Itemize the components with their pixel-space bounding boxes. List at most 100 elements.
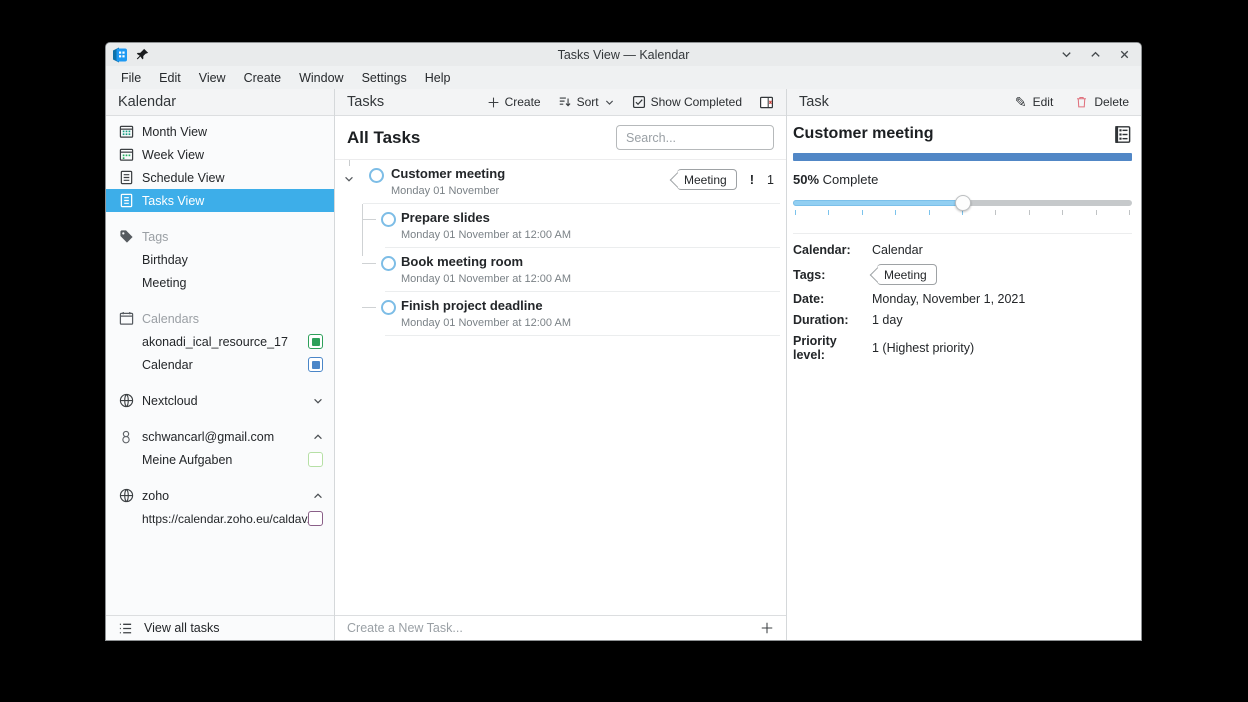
field-label: Priority level:	[793, 334, 872, 362]
sidebar-account-zoho[interactable]: zoho	[106, 484, 334, 507]
sidebar-calendar-meine-aufgaben[interactable]: Meine Aufgaben	[106, 448, 334, 471]
new-task-placeholder[interactable]: Create a New Task...	[347, 621, 463, 635]
progress-slider[interactable]	[793, 197, 1132, 219]
priority-exclamation-icon: !	[750, 172, 754, 187]
delete-button[interactable]: Delete	[1075, 95, 1129, 109]
calendar-month-icon	[118, 124, 134, 140]
task-row-prepare-slides[interactable]: Prepare slides Monday 01 November at 12:…	[335, 204, 786, 248]
menu-view[interactable]: View	[190, 68, 235, 88]
maximize-button[interactable]	[1089, 48, 1102, 61]
menu-edit[interactable]: Edit	[150, 68, 190, 88]
calendar-checkbox[interactable]	[308, 357, 323, 372]
sidebar-item-schedule-view[interactable]: Schedule View	[106, 166, 334, 189]
tag-icon	[118, 229, 134, 245]
sidebar-tag-birthday[interactable]: Birthday	[106, 248, 334, 271]
task-row-customer-meeting[interactable]: Customer meeting Monday 01 November Meet…	[335, 160, 786, 204]
calendar-label: akonadi_ical_resource_17	[142, 335, 308, 349]
sidebar-item-label: Week View	[142, 148, 334, 162]
sidebar-account-gmail[interactable]: schwancarl@gmail.com	[106, 425, 334, 448]
menu-window[interactable]: Window	[290, 68, 352, 88]
task-row-book-meeting-room[interactable]: Book meeting room Monday 01 November at …	[335, 248, 786, 292]
list-details-icon	[118, 621, 134, 636]
sort-icon	[558, 95, 572, 109]
task-date: Monday 01 November at 12:00 AM	[401, 229, 774, 241]
sidebar-account-nextcloud[interactable]: Nextcloud	[106, 389, 334, 412]
task-row-finish-project-deadline[interactable]: Finish project deadline Monday 01 Novemb…	[335, 292, 786, 336]
expander-chevron-icon[interactable]	[343, 173, 355, 185]
sidebar-calendar-zoho-url[interactable]: https://calendar.zoho.eu/caldav/b...	[106, 507, 334, 530]
pin-icon[interactable]	[136, 48, 149, 61]
sidebar-calendar-calendar[interactable]: Calendar	[106, 353, 334, 376]
chevron-up-icon[interactable]	[312, 490, 324, 502]
add-task-plus-icon[interactable]	[760, 621, 774, 635]
task-date: Monday 01 November at 12:00 AM	[401, 317, 774, 329]
close-button[interactable]	[1118, 48, 1131, 61]
chevron-down-icon	[604, 97, 615, 108]
slider-handle[interactable]	[955, 195, 971, 211]
checklist-icon	[1113, 125, 1132, 144]
tag-chip[interactable]: Meeting	[677, 169, 737, 190]
checkbox-checked-icon	[632, 95, 646, 109]
calendar-checkbox[interactable]	[308, 511, 323, 526]
sidebar-item-label: Month View	[142, 125, 334, 139]
calendar-week-icon	[118, 147, 134, 163]
chevron-down-icon[interactable]	[312, 395, 324, 407]
task-complete-circle[interactable]	[369, 168, 384, 183]
view-all-tasks-label: View all tasks	[144, 621, 220, 635]
globe-icon	[118, 488, 134, 504]
show-completed-button[interactable]: Show Completed	[632, 95, 742, 109]
field-value-calendar: Calendar	[872, 243, 1132, 257]
calendar-color-bar	[793, 153, 1132, 161]
edit-button-label: Edit	[1033, 95, 1054, 109]
sidebar-section-calendars[interactable]: Calendars	[106, 307, 334, 330]
detail-fields: Calendar: Calendar Tags: Meeting Date: M…	[793, 233, 1132, 362]
search-input[interactable]	[616, 125, 774, 150]
field-label: Calendar:	[793, 243, 872, 257]
subtask-group: Prepare slides Monday 01 November at 12:…	[335, 204, 786, 336]
sidebar-item-label: Tasks View	[142, 194, 334, 208]
field-label: Duration:	[793, 313, 872, 327]
delete-button-label: Delete	[1094, 95, 1129, 109]
task-complete-circle[interactable]	[381, 212, 396, 227]
minimize-button[interactable]	[1060, 48, 1073, 61]
new-task-bar[interactable]: Create a New Task...	[335, 615, 786, 640]
chevron-up-icon[interactable]	[312, 431, 324, 443]
task-complete-circle[interactable]	[381, 300, 396, 315]
menu-settings[interactable]: Settings	[353, 68, 416, 88]
sidebar-item-month-view[interactable]: Month View	[106, 120, 334, 143]
view-all-tasks-button[interactable]: View all tasks	[106, 615, 334, 640]
menu-file[interactable]: File	[112, 68, 150, 88]
sort-button[interactable]: Sort	[558, 95, 615, 109]
create-button[interactable]: Create	[487, 95, 541, 109]
calendar-checkbox[interactable]	[308, 452, 323, 467]
sidebar-section-tags[interactable]: Tags	[106, 225, 334, 248]
sidebar-item-tasks-view[interactable]: Tasks View	[106, 189, 334, 212]
detail-content: Customer meeting 50% Complete	[787, 116, 1141, 362]
window-title: Tasks View — Kalendar	[106, 48, 1141, 62]
tag-chip[interactable]: Meeting	[877, 264, 937, 285]
progress-text: Complete	[823, 172, 879, 187]
sidebar-header: Kalendar	[106, 89, 334, 116]
sidebar-calendar-akonadi[interactable]: akonadi_ical_resource_17	[106, 330, 334, 353]
menu-help[interactable]: Help	[416, 68, 460, 88]
row-separator	[385, 335, 780, 336]
app-logo-icon	[112, 47, 128, 63]
tag-label: Meeting	[142, 276, 334, 290]
tag-label: Birthday	[142, 253, 334, 267]
field-label: Date:	[793, 292, 872, 306]
calendar-checkbox[interactable]	[308, 334, 323, 349]
calendar-label: Calendar	[142, 358, 308, 372]
edit-button[interactable]: ✎ Edit	[1015, 94, 1053, 111]
schedule-list-icon	[118, 170, 134, 186]
task-title: Prepare slides	[401, 210, 774, 226]
sidebar-item-week-view[interactable]: Week View	[106, 143, 334, 166]
google-account-icon	[118, 429, 134, 445]
sidebar-item-label: Schedule View	[142, 171, 334, 185]
task-complete-circle[interactable]	[381, 256, 396, 271]
sidebar-tag-meeting[interactable]: Meeting	[106, 271, 334, 294]
field-value-priority: 1 (Highest priority)	[872, 341, 1132, 355]
menu-create[interactable]: Create	[235, 68, 291, 88]
toggle-panel-button[interactable]	[759, 95, 774, 110]
calendar-label: Meine Aufgaben	[142, 453, 308, 467]
panel-toggle-icon	[759, 95, 774, 110]
